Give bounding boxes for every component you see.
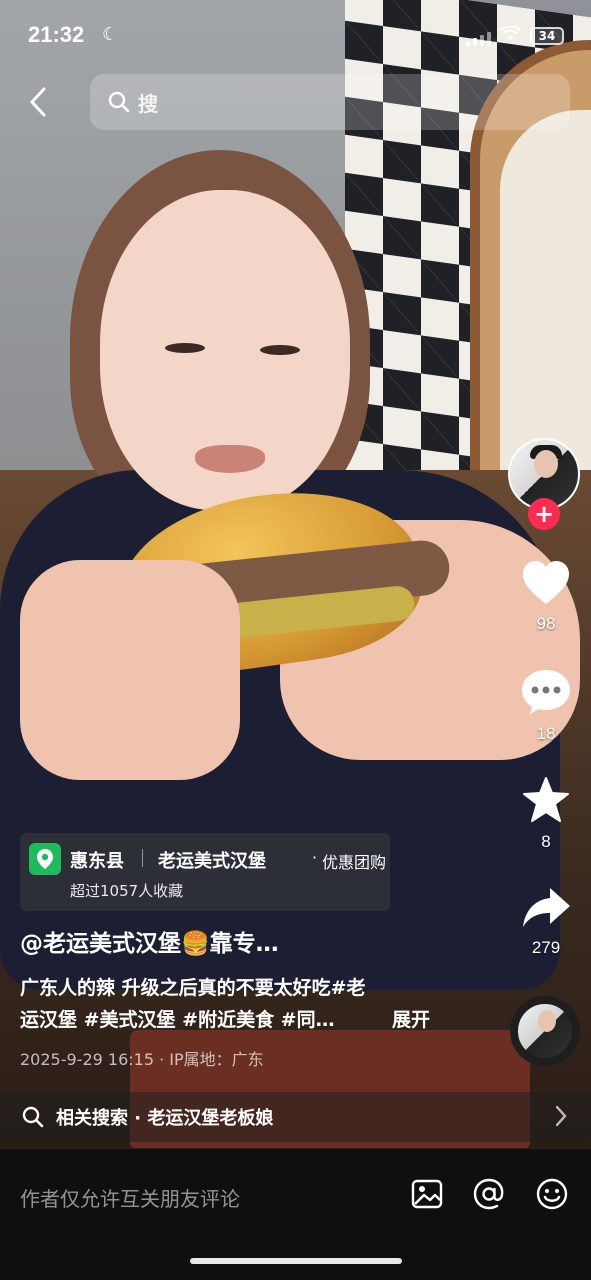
home-indicator[interactable] <box>190 1258 402 1264</box>
person-eye <box>165 343 205 353</box>
share-icon <box>523 888 570 927</box>
moon-icon: ☾ <box>102 24 119 45</box>
divider <box>142 849 143 867</box>
location-favorites: 超过1057人收藏 <box>70 882 184 900</box>
battery-level: 34 <box>538 29 556 43</box>
heart-icon <box>523 561 569 604</box>
follow-button[interactable]: + <box>528 498 560 530</box>
at-mention-icon[interactable] <box>472 1177 506 1211</box>
search-text: 搜 <box>138 91 164 116</box>
share-count: 279 <box>531 938 561 957</box>
video-description[interactable]: 广东人的辣 升级之后真的不要太好吃#老 运汉堡 #美式汉堡 #附近美食 #同… … <box>20 972 450 1036</box>
search-bar[interactable]: 搜 <box>90 74 570 130</box>
chevron-right-icon <box>555 1105 567 1127</box>
status-time: 21:32 <box>28 22 85 47</box>
related-search-text: 相关搜索 · 老运汉堡老板娘 <box>56 1108 274 1129</box>
location-card[interactable]: 惠东县 老运美式汉堡 · 优惠团购 超过1057人收藏 <box>20 833 390 911</box>
favorite-button[interactable]: 8 <box>506 776 586 852</box>
like-count: 98 <box>536 614 556 633</box>
battery-icon: 34 <box>530 27 564 45</box>
signal-icon <box>466 30 491 46</box>
description-line: 运汉堡 #美式汉堡 #附近美食 #同… <box>20 1009 335 1031</box>
image-icon[interactable] <box>410 1177 444 1211</box>
expand-link[interactable]: 展开 <box>392 1004 430 1036</box>
author-name[interactable]: @老运美式汉堡🍔靠专… <box>20 924 279 958</box>
location-shop: 老运美式汉堡 <box>158 851 266 872</box>
location-deal: 优惠团购 <box>322 853 387 872</box>
location-pin-icon <box>29 843 61 875</box>
description-line: 广东人的辣 升级之后真的不要太好吃#老 <box>20 977 366 999</box>
star-icon <box>523 777 569 822</box>
comment-input[interactable]: 作者仅允许互关朋友评论 <box>20 1183 240 1212</box>
post-meta: 2025-9-29 16:15 · IP属地：广东 <box>20 1050 264 1069</box>
favorite-count: 8 <box>541 832 551 851</box>
comment-icon <box>522 670 570 714</box>
person-lips <box>195 445 265 473</box>
share-button[interactable]: 279 <box>506 886 586 958</box>
music-disc[interactable] <box>510 996 580 1066</box>
related-search-bar[interactable]: 相关搜索 · 老运汉堡老板娘 <box>0 1092 591 1142</box>
chevron-left-icon <box>30 87 46 117</box>
separator-dot: · <box>312 848 318 867</box>
search-icon <box>22 1106 44 1128</box>
wifi-icon <box>500 26 520 40</box>
person-hand <box>20 560 240 780</box>
back-button[interactable] <box>22 84 54 120</box>
person-eye <box>260 345 300 355</box>
search-icon <box>108 91 130 113</box>
comment-button[interactable]: 18 <box>506 668 586 744</box>
status-bar: 21:32 ☾ 34 <box>0 0 591 72</box>
location-county: 惠东县 <box>70 851 124 872</box>
emoji-icon[interactable] <box>535 1177 569 1211</box>
like-button[interactable]: 98 <box>506 560 586 634</box>
comment-count: 18 <box>536 724 556 743</box>
